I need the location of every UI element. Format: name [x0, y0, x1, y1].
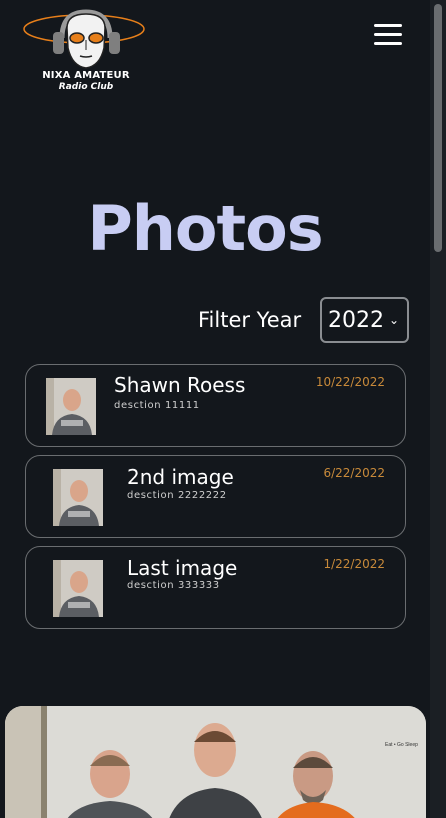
- scrollbar-thumb[interactable]: [434, 4, 442, 252]
- photo-card[interactable]: Last image desction 333333 1/22/2022: [25, 546, 406, 629]
- menu-line-icon: [374, 24, 402, 27]
- filter-year-label: Filter Year: [198, 308, 302, 332]
- photo-name: 2nd image: [127, 465, 234, 489]
- year-select[interactable]: 2022 ⌄: [320, 297, 409, 343]
- photo-date: 10/22/2022: [315, 375, 385, 389]
- photo-date: 1/22/2022: [323, 557, 385, 571]
- year-select-value: 2022: [328, 307, 384, 333]
- photo-description: desction 333333: [127, 580, 220, 591]
- photo-card[interactable]: 2nd image desction 2222222 6/22/2022: [25, 455, 406, 538]
- scrollbar[interactable]: [430, 0, 446, 818]
- group-photo-image: Eat • Go Sleep: [5, 706, 426, 818]
- menu-line-icon: [374, 42, 402, 45]
- page-title: Photos: [87, 192, 323, 265]
- logo-subtitle: Radio Club: [58, 82, 114, 92]
- menu-line-icon: [374, 33, 402, 36]
- svg-text:Eat • Go Sleep: Eat • Go Sleep: [385, 742, 418, 748]
- headphone-mask-icon: [23, 9, 145, 69]
- logo-title: NIXA AMATEUR: [42, 70, 130, 81]
- photo-description: desction 11111: [114, 400, 200, 411]
- chevron-down-icon: ⌄: [388, 313, 399, 327]
- photo-thumbnail: [53, 560, 103, 617]
- photo-card[interactable]: Shawn Roess desction 11111 10/22/2022: [25, 364, 406, 447]
- photo-date: 6/22/2022: [323, 466, 385, 480]
- featured-photo[interactable]: Eat • Go Sleep: [5, 706, 426, 818]
- photo-name: Last image: [127, 556, 238, 580]
- photo-description: desction 2222222: [127, 490, 227, 501]
- photo-thumbnail: [53, 469, 103, 526]
- photo-name: Shawn Roess: [114, 373, 246, 397]
- photo-thumbnail: [46, 378, 96, 435]
- hamburger-menu-button[interactable]: [372, 22, 406, 48]
